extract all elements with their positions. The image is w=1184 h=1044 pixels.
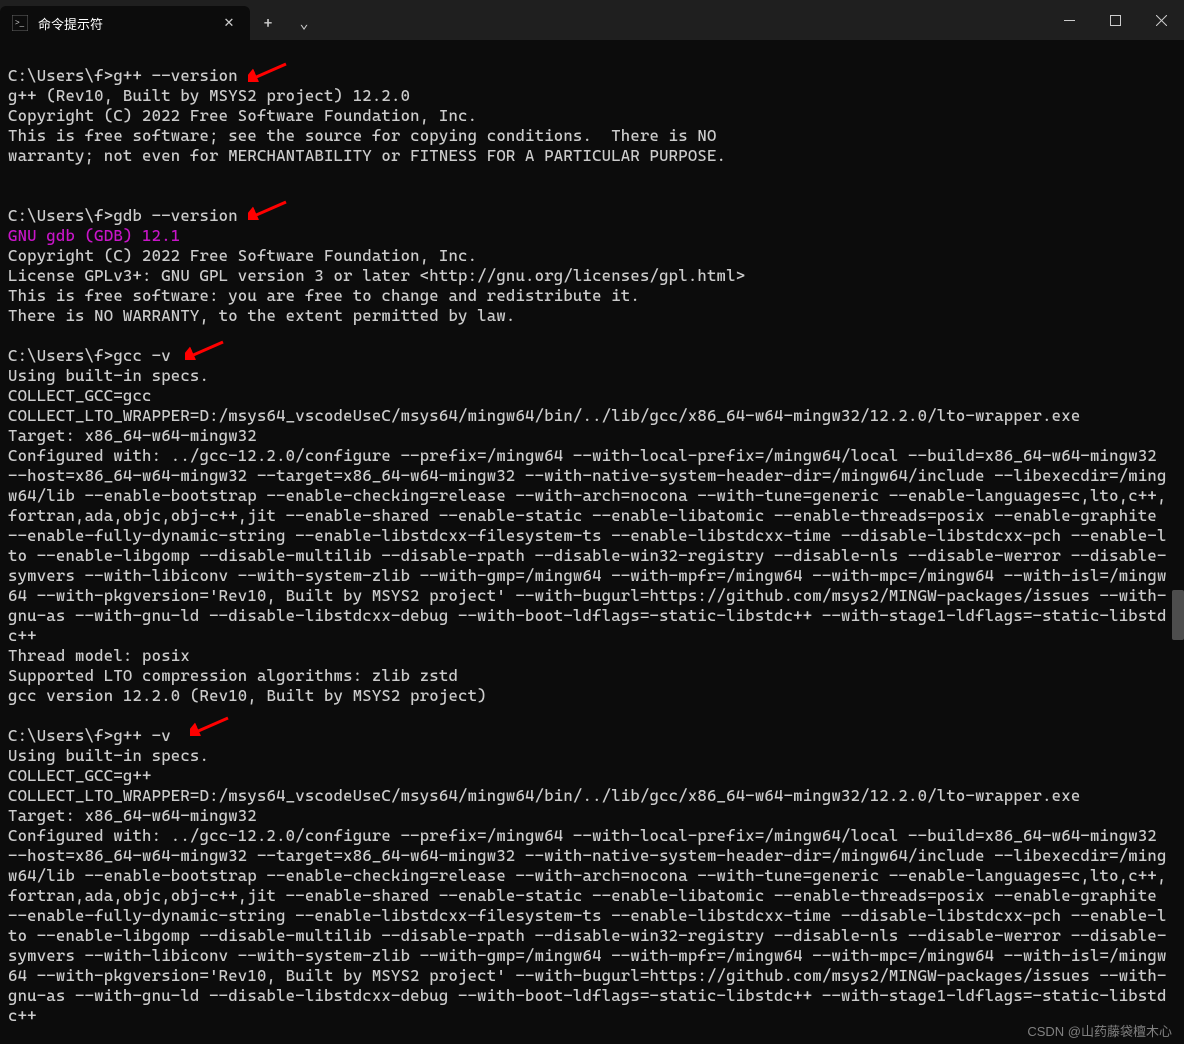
terminal-line: Copyright (C) 2022 Free Software Foundat… bbox=[8, 246, 1176, 266]
terminal-line bbox=[8, 326, 1176, 346]
terminal-line: Target: x86_64-w64-mingw32 bbox=[8, 806, 1176, 826]
close-window-button[interactable] bbox=[1138, 0, 1184, 40]
terminal-line: Using built-in specs. bbox=[8, 366, 1176, 386]
cmd-icon: >_ bbox=[12, 15, 28, 31]
terminal-line: License GPLv3+: GNU GPL version 3 or lat… bbox=[8, 266, 1176, 286]
terminal-output[interactable]: C:\Users\f>g++ --versiong++ (Rev10, Buil… bbox=[0, 40, 1184, 1034]
terminal-line: C:\Users\f>g++ -v bbox=[8, 726, 1176, 746]
terminal-line: Using built-in specs. bbox=[8, 746, 1176, 766]
terminal-line: g++ (Rev10, Built by MSYS2 project) 12.2… bbox=[8, 86, 1176, 106]
new-tab-button[interactable]: + bbox=[250, 6, 286, 40]
titlebar-drag-area[interactable] bbox=[322, 0, 1046, 40]
terminal-line: COLLECT_GCC=g++ bbox=[8, 766, 1176, 786]
terminal-line: C:\Users\f>gdb --version bbox=[8, 206, 1176, 226]
terminal-line bbox=[8, 166, 1176, 186]
terminal-line: There is NO WARRANTY, to the extent perm… bbox=[8, 306, 1176, 326]
tab-close-button[interactable]: ✕ bbox=[220, 14, 238, 32]
svg-text:>_: >_ bbox=[15, 18, 25, 27]
terminal-line: Thread model: posix bbox=[8, 646, 1176, 666]
terminal-line: gcc version 12.2.0 (Rev10, Built by MSYS… bbox=[8, 686, 1176, 706]
terminal-line: warranty; not even for MERCHANTABILITY o… bbox=[8, 146, 1176, 166]
tab-title: 命令提示符 bbox=[38, 14, 210, 33]
terminal-line: COLLECT_LTO_WRAPPER=D:/msys64_vscodeUseC… bbox=[8, 406, 1176, 426]
terminal-line: C:\Users\f>g++ --version bbox=[8, 66, 1176, 86]
titlebar: >_ 命令提示符 ✕ + ⌄ bbox=[0, 0, 1184, 40]
terminal-line: COLLECT_GCC=gcc bbox=[8, 386, 1176, 406]
watermark: CSDN @山药藤袋檀木心 bbox=[1027, 1021, 1172, 1040]
terminal-line: Configured with: ../gcc-12.2.0/configure… bbox=[8, 826, 1176, 1026]
terminal-line bbox=[8, 186, 1176, 206]
minimize-button[interactable] bbox=[1046, 0, 1092, 40]
terminal-line: This is free software: you are free to c… bbox=[8, 286, 1176, 306]
terminal-line: C:\Users\f>gcc -v bbox=[8, 346, 1176, 366]
window-controls bbox=[1046, 0, 1184, 40]
terminal-line: Supported LTO compression algorithms: zl… bbox=[8, 666, 1176, 686]
tab-active[interactable]: >_ 命令提示符 ✕ bbox=[0, 6, 250, 40]
maximize-button[interactable] bbox=[1092, 0, 1138, 40]
terminal-line: Copyright (C) 2022 Free Software Foundat… bbox=[8, 106, 1176, 126]
scrollbar-thumb[interactable] bbox=[1172, 590, 1184, 640]
terminal-line bbox=[8, 46, 1176, 66]
terminal-line: This is free software; see the source fo… bbox=[8, 126, 1176, 146]
terminal-line: GNU gdb (GDB) 12.1 bbox=[8, 226, 1176, 246]
tab-dropdown-button[interactable]: ⌄ bbox=[286, 6, 322, 40]
terminal-line: COLLECT_LTO_WRAPPER=D:/msys64_vscodeUseC… bbox=[8, 786, 1176, 806]
terminal-line: Configured with: ../gcc-12.2.0/configure… bbox=[8, 446, 1176, 646]
terminal-line bbox=[8, 706, 1176, 726]
terminal-line: Target: x86_64-w64-mingw32 bbox=[8, 426, 1176, 446]
